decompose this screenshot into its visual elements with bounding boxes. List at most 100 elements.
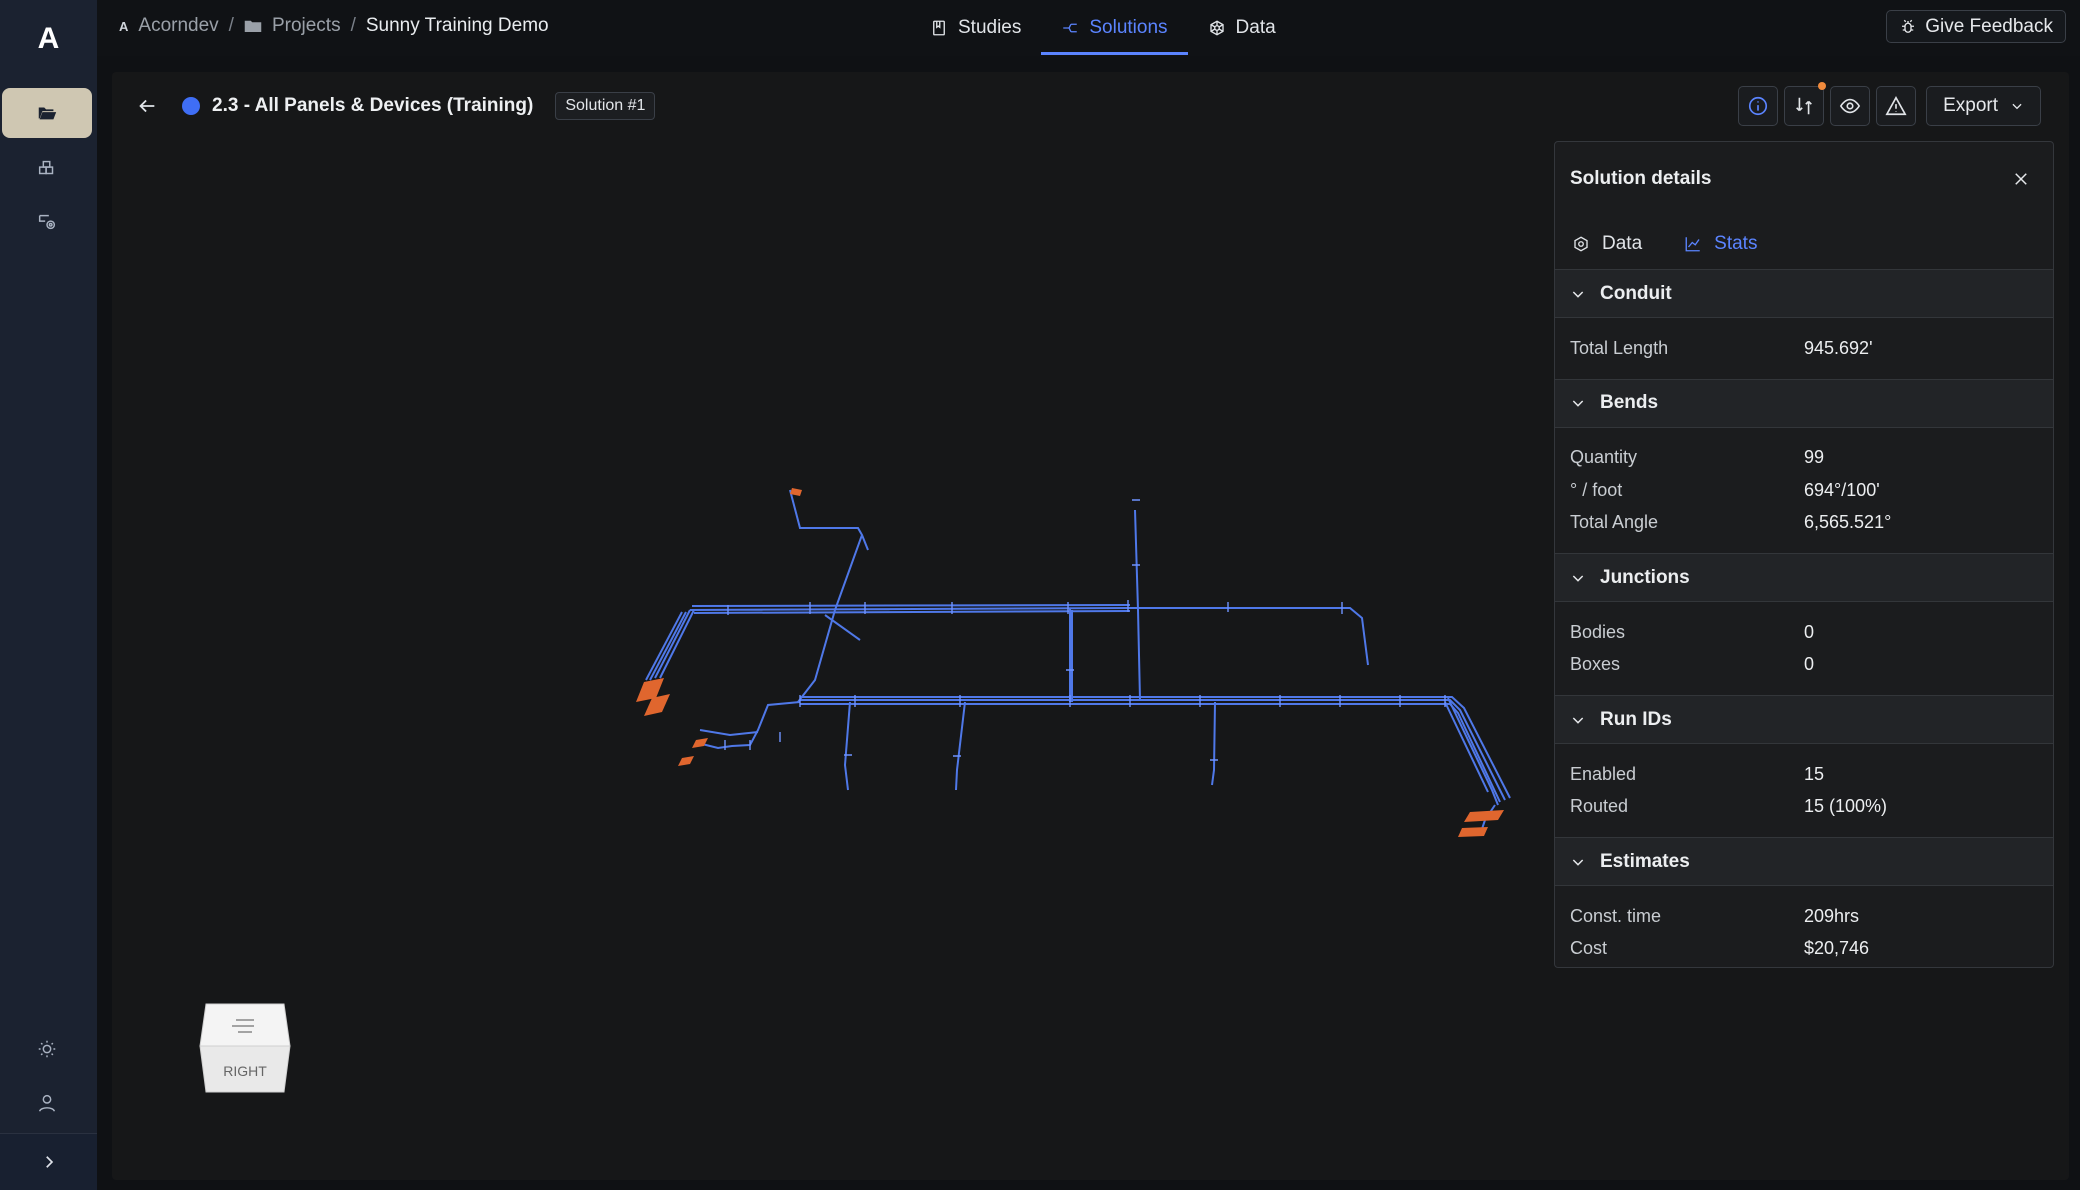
panel-tab-stats[interactable]: Stats [1682,220,1760,271]
section-title: Bends [1600,392,1659,413]
study-title: 2.3 - All Panels & Devices (Training) [212,95,534,116]
stat-value: 0 [1804,654,1815,675]
left-rail: A [0,0,97,1190]
stat-value: 945.692' [1804,337,1873,358]
export-button[interactable]: Export [1926,86,2041,126]
arrow-left-icon [139,99,155,113]
breadcrumb-separator: / [350,15,356,36]
stat-label: Enabled [1570,763,1637,784]
route-settings-icon [38,214,56,230]
solution-badge[interactable]: Solution #1 [555,92,656,120]
stat-value: 209hrs [1804,905,1860,926]
stat-row: Quantity 99 [1570,442,2053,475]
stat-label: Total Length [1570,337,1669,358]
section-junctions-header[interactable]: Junctions [1555,553,2053,602]
warnings-button[interactable] [1876,86,1917,126]
panel-title: Solution details [1570,168,1712,189]
stat-row: Const. time 209hrs [1570,900,2053,933]
components-nav-button[interactable] [2,143,92,193]
conduit-runs [645,489,1511,836]
view-cube[interactable]: RIGHT [198,1000,292,1094]
projects-nav-button[interactable] [2,88,92,138]
section-bends-header[interactable]: Bends [1555,378,2053,428]
stat-row: Cost $20,746 [1570,933,2053,966]
app-logo[interactable]: A [0,22,97,56]
tab-solutions[interactable]: Solutions [1041,0,1188,56]
view-cube-face-label: RIGHT [223,1063,267,1079]
tab-studies[interactable]: Studies [910,0,1041,56]
stat-row: Boxes 0 [1570,649,2053,682]
route-icon [1063,23,1078,33]
stat-label: Boxes [1570,654,1621,675]
stat-row: Routed 15 (100%) [1570,791,2053,824]
section-title: Junctions [1600,566,1690,588]
tab-data[interactable]: Data [1188,0,1296,56]
breadcrumb-projects[interactable]: Projects [272,15,341,37]
back-button[interactable] [134,93,160,119]
conduit-3d-model[interactable] [600,440,1520,880]
section-title: Conduit [1600,282,1672,304]
theme-toggle-button[interactable] [2,1024,92,1074]
stat-value: 15 [1804,763,1825,784]
close-panel-button[interactable] [2009,167,2033,191]
export-label: Export [1943,95,1998,116]
routing-nav-button[interactable] [2,197,92,247]
breadcrumb-current: Sunny Training Demo [365,15,549,36]
section-conduit-header[interactable]: Conduit [1555,269,2053,318]
org-logo-icon: A [119,18,129,34]
compare-button[interactable] [1784,82,1827,126]
chevron-down-icon [1572,290,1584,298]
tab-data-label: Data [1235,17,1276,38]
stat-row: ° / foot 694°/100' [1570,474,2053,507]
section-title: Estimates [1600,850,1690,872]
stat-value: 99 [1804,447,1825,468]
section-estimates-body: Const. time 209hrs Cost $20,746 [1555,886,2053,979]
chevron-down-icon [1572,400,1584,407]
give-feedback-label: Give Feedback [1925,15,2053,37]
panel-tab-data-label: Data [1602,233,1643,254]
section-conduit-body: Total Length 945.692' [1555,318,2053,379]
close-icon [2015,173,2027,185]
book-icon [933,20,945,36]
stat-value: 694°/100' [1804,479,1880,500]
expand-rail-button[interactable] [0,1133,97,1190]
section-estimates-header[interactable]: Estimates [1555,837,2053,886]
visibility-button[interactable] [1830,86,1871,126]
folder-icon [244,20,262,32]
chevron-right-icon [45,1156,53,1168]
give-feedback-button[interactable]: Give Feedback [1886,10,2066,43]
panel-tabs: Data Stats [1570,220,1760,271]
chevron-down-icon [2012,103,2022,110]
stat-label: ° / foot [1570,479,1623,500]
section-junctions-body: Bodies 0 Boxes 0 [1555,602,2053,695]
section-bends-body: Quantity 99 ° / foot 694°/100' Total Angle… [1555,428,2053,554]
main-nav: Studies Solutions Data [910,0,1296,56]
account-button[interactable] [2,1078,92,1128]
panel-tab-data[interactable]: Data [1570,220,1644,268]
stat-value: 6,565.521° [1804,512,1892,533]
stat-row: Bodies 0 [1570,616,2053,649]
section-run-ids-header[interactable]: Run IDs [1555,695,2053,744]
stat-row: Total Length 945.692' [1570,332,2053,365]
breadcrumb-org[interactable]: Acorndev [138,15,218,37]
section-run-ids-body: Enabled 15 Routed 15 (100%) [1555,744,2053,837]
data-icon [1209,20,1224,36]
stat-label: Total Angle [1570,512,1659,533]
viewport-toolbar: Export [1738,82,2041,126]
info-icon [1749,96,1768,116]
conduit-fittings [724,499,1446,761]
git-compare-icon [1796,97,1812,115]
tab-studies-label: Studies [958,17,1022,38]
tab-solutions-label: Solutions [1089,17,1168,38]
stat-row: Total Angle 6,565.521° [1570,507,2053,540]
stat-value: 0 [1804,621,1815,642]
info-button[interactable] [1738,86,1779,126]
stats-sections: Conduit Total Length 945.692' Bends Quant… [1555,269,2053,979]
breadcrumb-separator: / [228,15,234,36]
stat-row: Enabled 15 [1570,758,2053,791]
stat-value: $20,746 [1804,938,1870,959]
study-status-dot [182,97,200,115]
solution-details-panel: Solution details Data Stats Conduit Tota… [1554,141,2054,968]
stat-value: 15 (100%) [1804,796,1888,817]
chart-icon [1685,237,1700,252]
